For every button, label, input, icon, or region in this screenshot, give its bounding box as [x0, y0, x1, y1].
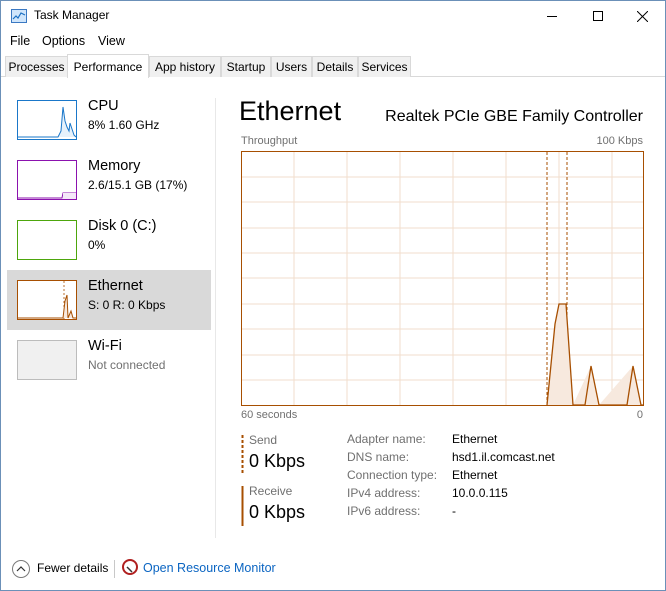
- sidebar-item-wifi[interactable]: Wi-Fi Not connected: [7, 330, 211, 390]
- sidebar-disk-title: Disk 0 (C:): [88, 218, 157, 234]
- wifi-thumbnail: [17, 340, 77, 380]
- sidebar-item-ethernet[interactable]: Ethernet S: 0 R: 0 Kbps: [7, 270, 211, 330]
- info-key-adapter: Adapter name:: [347, 432, 426, 446]
- window-title: Task Manager: [34, 8, 110, 22]
- info-val-ipv4: 10.0.0.115: [452, 486, 508, 500]
- tab-processes[interactable]: Processes: [5, 56, 68, 77]
- sidebar-item-cpu[interactable]: CPU 8% 1.60 GHz: [7, 90, 211, 150]
- sidebar-wifi-sub: Not connected: [88, 358, 166, 372]
- menu-bar: File Options View: [1, 31, 665, 53]
- sidebar-cpu-title: CPU: [88, 98, 119, 114]
- menu-view[interactable]: View: [98, 34, 125, 48]
- graph-label-max: 100 Kbps: [596, 135, 643, 147]
- sidebar-ethernet-title: Ethernet: [88, 278, 143, 294]
- close-icon: [636, 10, 648, 22]
- page-title: Ethernet: [239, 96, 342, 126]
- receive-label: Receive: [249, 484, 293, 498]
- minimize-button[interactable]: [529, 1, 575, 31]
- open-resource-monitor-link[interactable]: Open Resource Monitor: [143, 561, 276, 575]
- fewer-details-button[interactable]: Fewer details: [37, 561, 108, 575]
- performance-panel: CPU 8% 1.60 GHz Memory 2.6/15.1 GB (17%)…: [1, 78, 665, 546]
- tab-services[interactable]: Services: [358, 56, 411, 77]
- info-key-connection: Connection type:: [347, 468, 438, 482]
- footer: Fewer details Open Resource Monitor: [1, 547, 665, 591]
- receive-value: 0 Kbps: [249, 502, 306, 522]
- panel-divider: [215, 98, 216, 538]
- graph-label-min: 0: [636, 409, 643, 421]
- info-key-dns: DNS name:: [347, 450, 410, 464]
- send-stat: Send 0 Kbps: [241, 433, 331, 475]
- tab-users[interactable]: Users: [271, 56, 312, 77]
- sidebar-memory-sub: 2.6/15.1 GB (17%): [88, 178, 188, 192]
- resource-monitor-icon[interactable]: [122, 559, 138, 575]
- sidebar-item-memory[interactable]: Memory 2.6/15.1 GB (17%): [7, 150, 211, 210]
- tab-startup[interactable]: Startup: [221, 56, 271, 77]
- send-value: 0 Kbps: [249, 451, 306, 471]
- sidebar-disk-sub: 0%: [88, 238, 106, 252]
- adapter-subtitle: Realtek PCIe GBE Family Controller: [385, 108, 643, 125]
- graph-label-time: 60 seconds: [241, 409, 298, 421]
- info-val-ipv6: -: [452, 504, 456, 518]
- info-val-connection: Ethernet: [452, 468, 498, 482]
- ethernet-thumbnail: [17, 280, 77, 320]
- info-val-dns: hsd1.il.comcast.net: [452, 450, 555, 464]
- sidebar-wifi-title: Wi-Fi: [88, 338, 122, 354]
- footer-divider: [114, 560, 115, 578]
- tab-strip: Processes Performance App history Startu…: [1, 54, 665, 78]
- menu-options[interactable]: Options: [42, 34, 85, 48]
- memory-thumbnail: [17, 160, 77, 200]
- receive-stat: Receive 0 Kbps: [241, 484, 331, 526]
- menu-file[interactable]: File: [10, 34, 30, 48]
- sidebar-cpu-sub: 8% 1.60 GHz: [88, 118, 160, 132]
- title-bar[interactable]: Task Manager: [1, 1, 665, 31]
- sidebar-memory-title: Memory: [88, 158, 141, 174]
- send-label: Send: [249, 433, 278, 447]
- maximize-icon: [593, 11, 603, 21]
- chevron-up-icon[interactable]: [12, 560, 30, 578]
- disk-thumbnail: [17, 220, 77, 260]
- minimize-icon: [547, 15, 557, 17]
- info-val-adapter: Ethernet: [452, 432, 498, 446]
- receive-indicator: [241, 486, 244, 526]
- task-manager-icon: [11, 9, 27, 23]
- info-key-ipv4: IPv4 address:: [347, 486, 421, 500]
- send-indicator: [241, 435, 244, 475]
- sidebar-item-disk[interactable]: Disk 0 (C:) 0%: [7, 210, 211, 270]
- tab-performance[interactable]: Performance: [67, 54, 149, 78]
- task-manager-window: Task Manager File Options View Processes…: [0, 0, 666, 591]
- info-key-ipv6: IPv6 address:: [347, 504, 421, 518]
- close-button[interactable]: [619, 1, 665, 31]
- sidebar-ethernet-sub: S: 0 R: 0 Kbps: [88, 298, 166, 312]
- tab-details[interactable]: Details: [312, 56, 358, 77]
- maximize-button[interactable]: [575, 1, 621, 31]
- tab-app-history[interactable]: App history: [149, 56, 221, 77]
- cpu-thumbnail: [17, 100, 77, 140]
- throughput-graph: [241, 151, 644, 406]
- graph-label-throughput: Throughput: [241, 135, 298, 147]
